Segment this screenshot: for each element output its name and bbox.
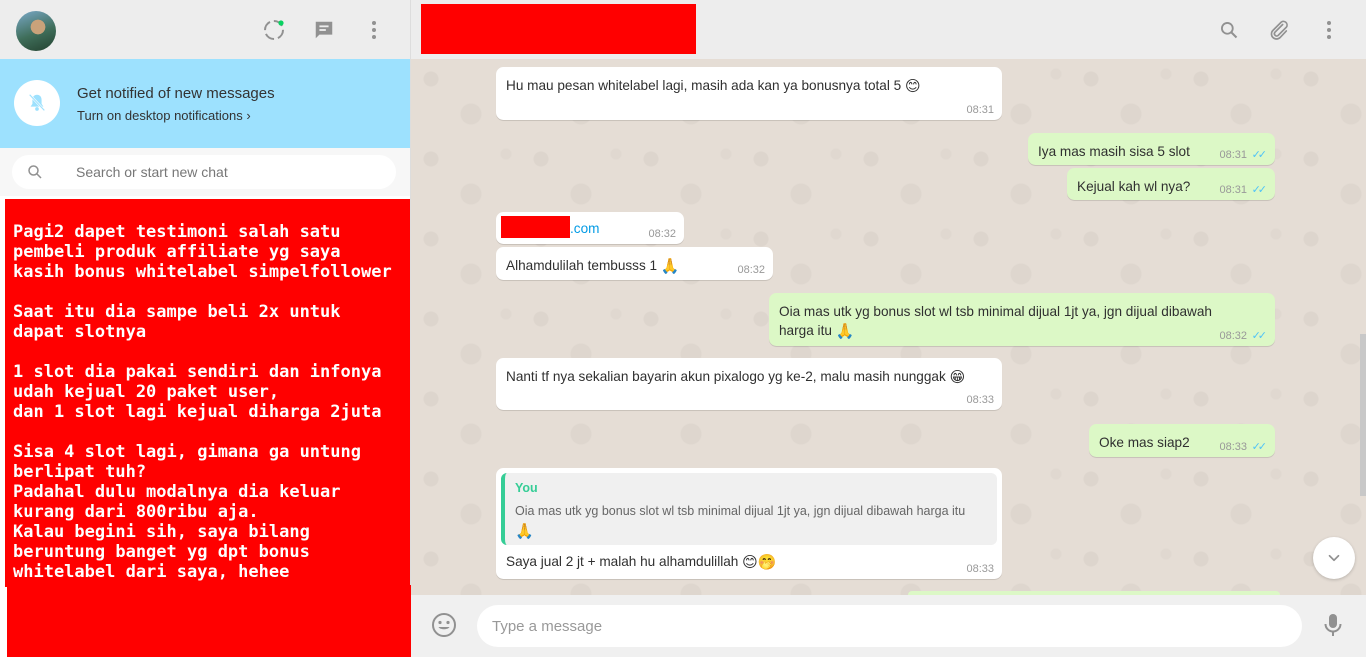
message-text: Saya jual 2 jt + malah hu alhamdulillah	[506, 554, 743, 569]
contact-name-redacted[interactable]	[421, 4, 696, 54]
message-incoming[interactable]: .com 08:32	[496, 212, 684, 244]
enable-notifications-link[interactable]: Turn on desktop notifications ›	[77, 108, 251, 123]
message-text: Oke mas siap2	[1099, 435, 1190, 450]
microphone-icon[interactable]	[1322, 612, 1344, 643]
scrollbar[interactable]	[1360, 334, 1366, 496]
menu-icon[interactable]	[360, 16, 388, 44]
quote-text: Oia mas utk yg bonus slot wl tsb minimal…	[515, 504, 966, 518]
read-receipt-icon: ✓✓	[1251, 149, 1268, 161]
notification-banner	[0, 59, 410, 148]
message-text: Nanti tf nya sekalian bayarin akun pixal…	[506, 369, 950, 384]
message-outgoing[interactable]: Oke mas siap2 08:33 ✓✓	[1089, 424, 1275, 457]
message-text: Alhamdulilah tembusss 1	[506, 258, 661, 273]
message-time: 08:33	[966, 563, 994, 575]
message-time: 08:32	[737, 264, 765, 276]
message-outgoing[interactable]: Iya mas masih sisa 5 slot 08:31 ✓✓	[1028, 133, 1275, 165]
bell-off-icon	[14, 80, 60, 126]
message-time: 08:32	[1219, 330, 1247, 342]
pray-emoji-icon: 🙏	[835, 323, 855, 340]
message-time: 08:31	[1219, 184, 1247, 196]
message-input[interactable]	[492, 606, 1282, 646]
sidebar-header	[0, 0, 410, 59]
message-link[interactable]: .com	[570, 221, 599, 236]
read-receipt-icon: ✓✓	[1251, 184, 1268, 196]
avatar[interactable]	[16, 11, 56, 51]
emoji-icon[interactable]	[431, 612, 457, 643]
smile-emoji-icon: 😊🤭	[742, 554, 777, 571]
quote-author: You	[515, 481, 538, 495]
pray-emoji-icon: 🙏	[515, 523, 534, 540]
message-incoming[interactable]: Hu mau pesan whitelabel lagi, masih ada …	[496, 67, 1002, 120]
message-time: 08:31	[1219, 149, 1247, 161]
new-chat-icon[interactable]	[310, 16, 338, 44]
message-time: 08:32	[648, 228, 676, 240]
overlay-caption: Pagi2 dapet testimoni salah satu pembeli…	[13, 222, 392, 582]
scroll-down-button[interactable]	[1313, 537, 1355, 579]
message-outgoing[interactable]: Oia mas utk yg bonus slot wl tsb minimal…	[769, 293, 1275, 346]
link-redacted	[501, 216, 570, 238]
quoted-message[interactable]: You Oia mas utk yg bonus slot wl tsb min…	[501, 473, 997, 545]
message-text: Kejual kah wl nya?	[1077, 179, 1191, 194]
search-icon	[26, 163, 44, 186]
message-incoming[interactable]: Alhamdulilah tembusss 1 🙏 08:32	[496, 247, 773, 280]
read-receipt-icon: ✓✓	[1251, 441, 1268, 453]
read-receipt-icon: ✓✓	[1251, 330, 1268, 342]
message-time: 08:33	[966, 394, 994, 406]
menu-icon[interactable]	[1315, 16, 1343, 44]
smile-emoji-icon: 😊	[905, 78, 921, 95]
message-text: Hu mau pesan whitelabel lagi, masih ada …	[506, 78, 905, 93]
status-icon[interactable]	[260, 16, 288, 44]
message-incoming-reply[interactable]: You Oia mas utk yg bonus slot wl tsb min…	[496, 468, 1002, 579]
notification-title: Get notified of new messages	[77, 85, 275, 102]
redaction-block	[7, 585, 414, 657]
search-icon[interactable]	[1215, 16, 1243, 44]
message-time: 08:31	[966, 104, 994, 116]
message-time: 08:33	[1219, 441, 1247, 453]
grin-emoji-icon: 😁	[949, 369, 966, 386]
attach-icon[interactable]	[1265, 16, 1293, 44]
message-outgoing[interactable]: Kejual kah wl nya? 08:31 ✓✓	[1067, 168, 1275, 200]
message-text: Iya mas masih sisa 5 slot	[1038, 144, 1190, 159]
search-input[interactable]	[76, 156, 376, 188]
message-incoming[interactable]: Nanti tf nya sekalian bayarin akun pixal…	[496, 358, 1002, 410]
chevron-down-icon	[1328, 554, 1340, 562]
pray-emoji-icon: 🙏	[660, 258, 680, 275]
